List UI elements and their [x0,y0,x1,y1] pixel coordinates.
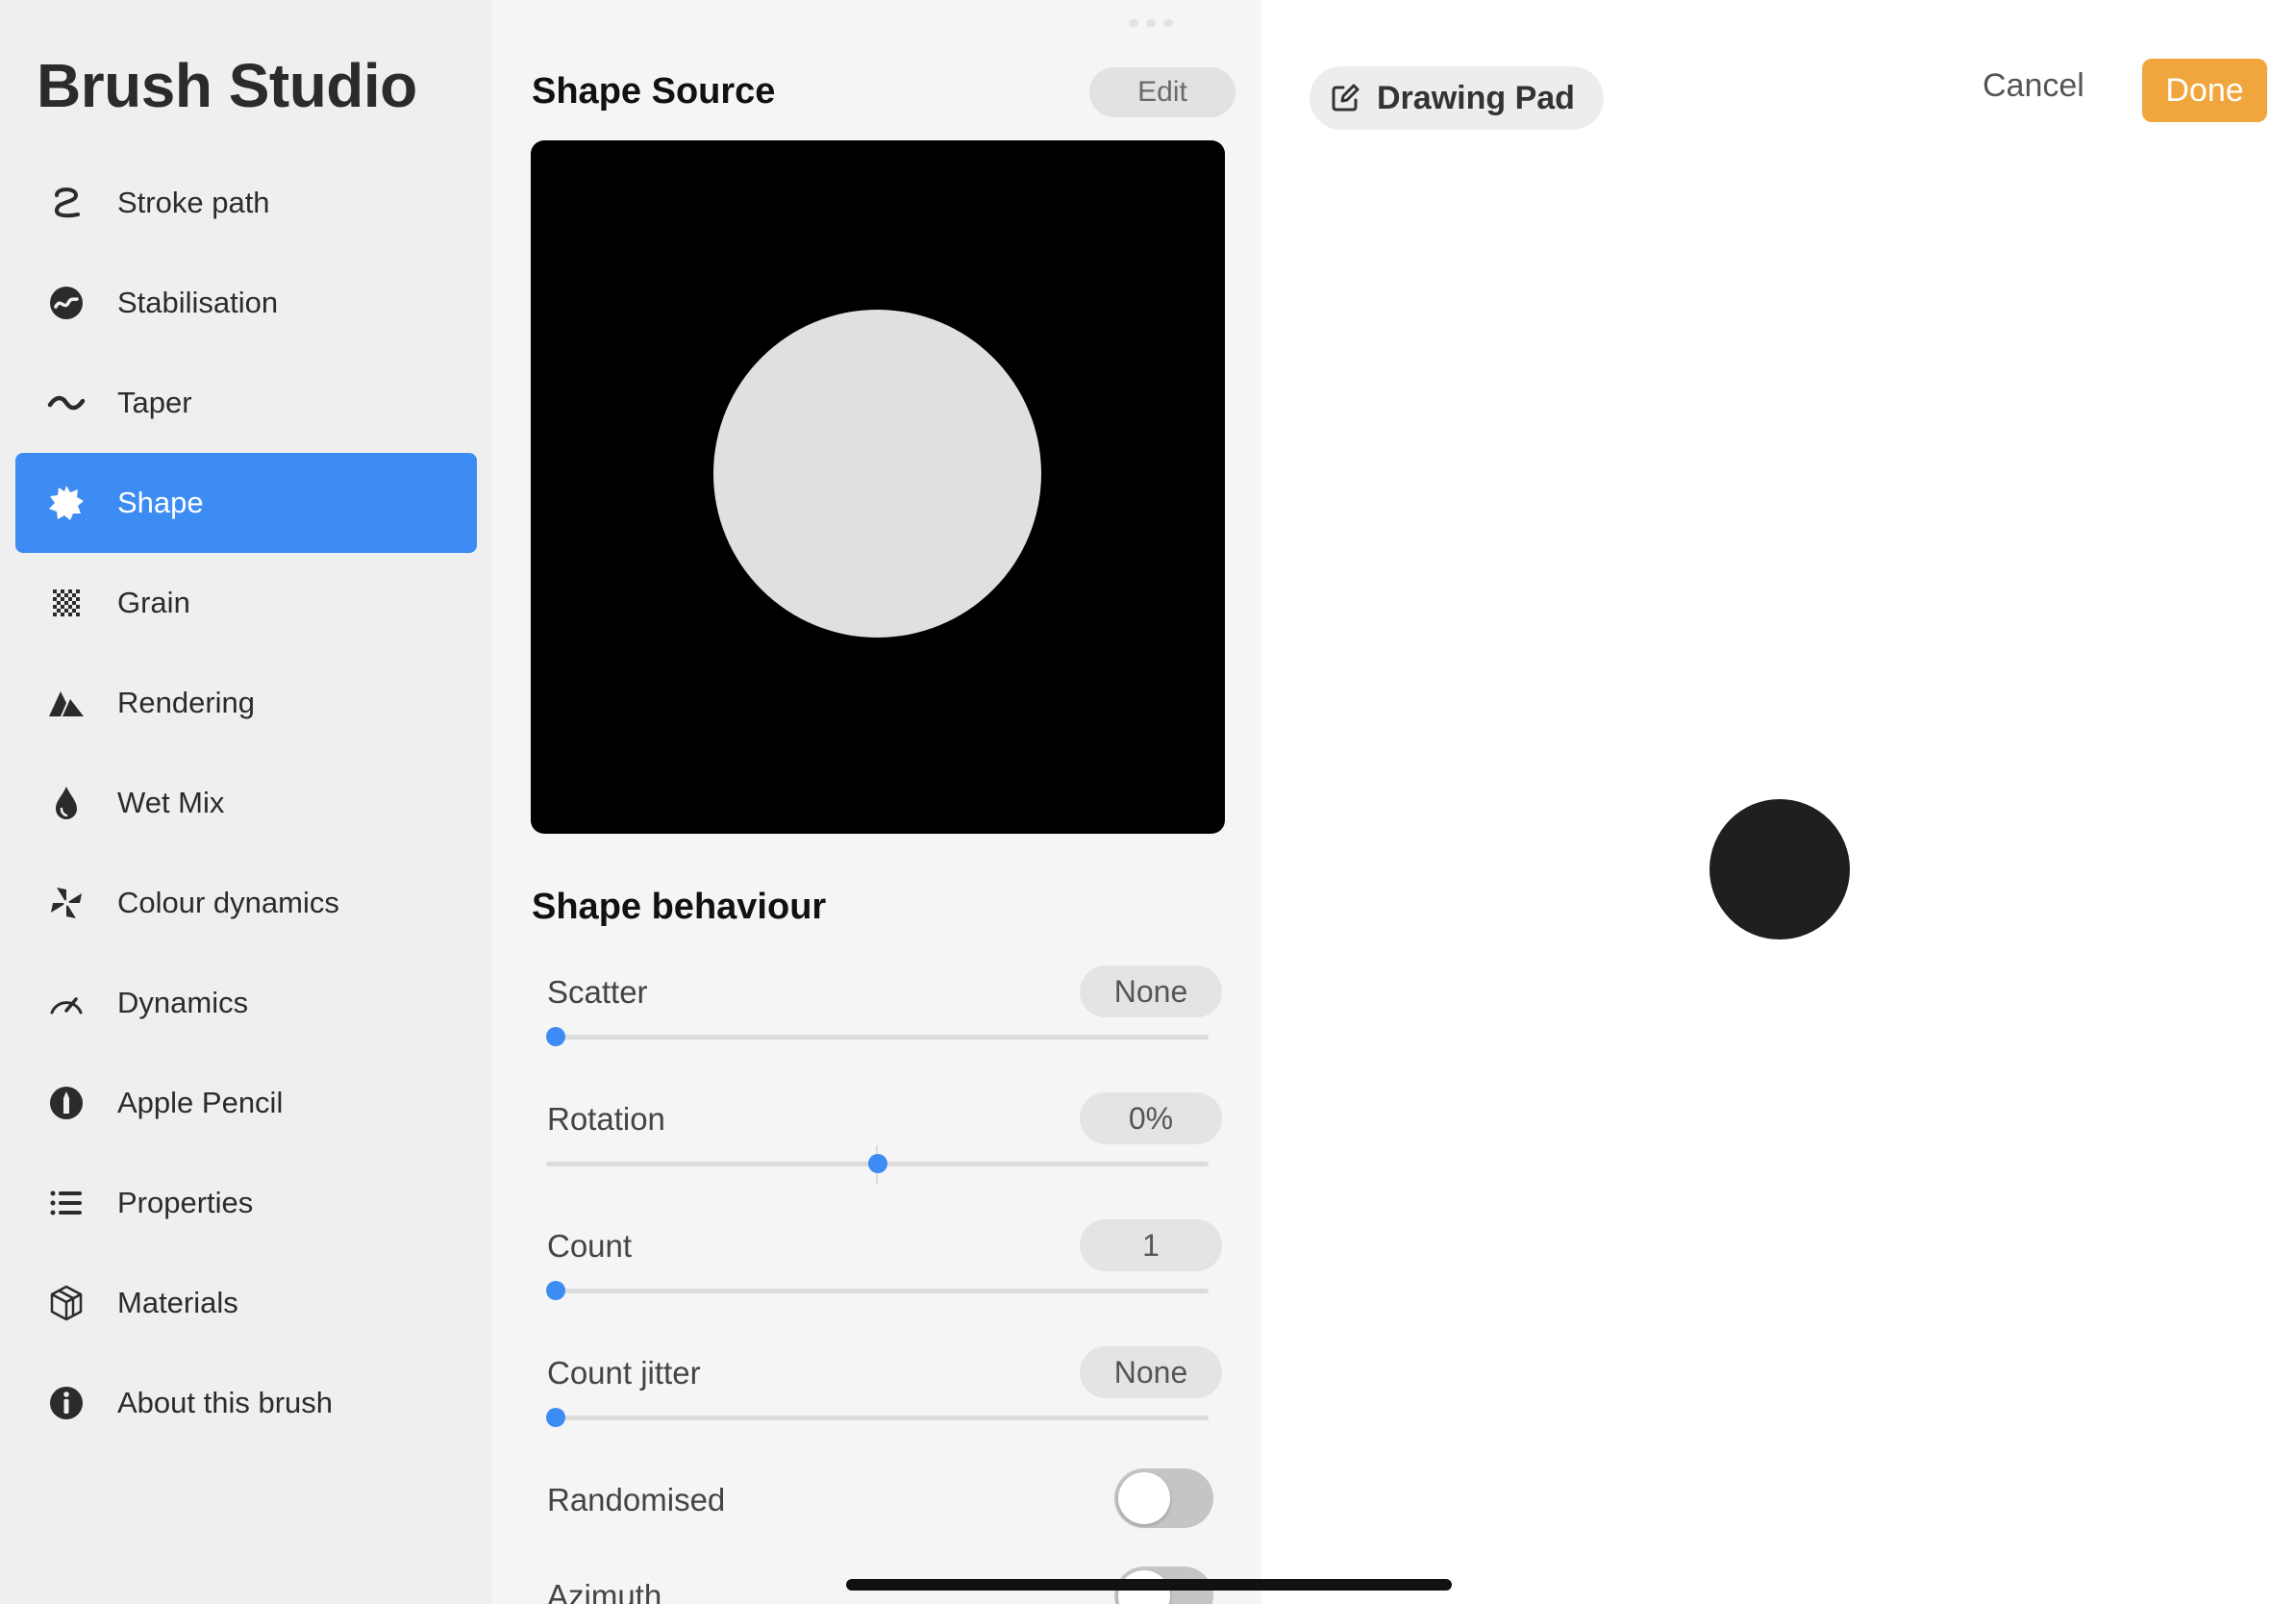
stabilisation-icon [42,279,90,327]
sidebar-item-label: Stabilisation [117,286,279,319]
sidebar-item-label: Stroke path [117,186,270,219]
sidebar-item-label: Materials [117,1286,238,1319]
edit-icon [1332,84,1360,112]
sidebar-item-colour-dynamics[interactable]: Colour dynamics [15,853,477,953]
count-jitter-slider-knob[interactable] [546,1408,565,1427]
dynamics-icon [42,979,90,1027]
sidebar-item-properties[interactable]: Properties [15,1153,477,1253]
grain-icon [42,579,90,627]
sidebar-item-label: Properties [117,1186,254,1219]
home-indicator[interactable] [846,1579,1452,1591]
colour-dynamics-icon [42,879,90,927]
sidebar-item-apple-pencil[interactable]: Apple Pencil [15,1053,477,1153]
count-jitter-value[interactable]: None [1080,1346,1222,1398]
count-label: Count [547,1228,633,1264]
stroke-path-icon [42,179,90,227]
drawing-pad-stroke-preview [1710,799,1850,940]
sidebar-item-label: Colour dynamics [117,886,339,919]
azimuth-label: Azimuth [547,1578,662,1604]
edit-button[interactable]: Edit [1089,67,1235,117]
materials-icon [42,1279,90,1327]
shape-source-title: Shape Source [532,71,776,112]
sidebar-item-taper[interactable]: Taper [15,353,477,453]
sidebar-nav: Stroke path Stabilisation Taper Shape Gr… [15,153,477,1453]
scatter-value[interactable]: None [1080,965,1222,1017]
sidebar-item-rendering[interactable]: Rendering [15,653,477,753]
settings-panel: Shape Source Edit Shape behaviour Scatte… [492,0,1261,1604]
drawing-pad-label: Drawing Pad [1377,79,1575,116]
shape-source-preview[interactable] [531,140,1225,834]
count-slider[interactable] [546,1289,1209,1293]
sidebar-item-about-this-brush[interactable]: About this brush [15,1353,477,1453]
properties-icon [42,1179,90,1227]
panel-grabber[interactable] [1129,19,1175,27]
rotation-label: Rotation [547,1101,665,1137]
randomised-toggle[interactable] [1114,1468,1213,1528]
sidebar-item-label: Apple Pencil [117,1086,284,1119]
count-value[interactable]: 1 [1080,1219,1222,1271]
sidebar-item-label: Shape [117,486,204,519]
sidebar-item-dynamics[interactable]: Dynamics [15,953,477,1053]
scatter-slider-knob[interactable] [546,1027,565,1046]
rotation-slider-knob[interactable] [867,1154,887,1173]
sidebar-item-stroke-path[interactable]: Stroke path [15,153,477,253]
sidebar-item-label: Rendering [117,686,256,719]
info-icon [42,1379,90,1427]
sidebar-item-materials[interactable]: Materials [15,1253,477,1353]
sidebar-item-label: Taper [117,386,192,419]
rotation-value[interactable]: 0% [1080,1092,1222,1144]
app-title: Brush Studio [37,51,417,120]
sidebar-item-stabilisation[interactable]: Stabilisation [15,253,477,353]
drawing-pad-button[interactable]: Drawing Pad [1310,66,1604,130]
sidebar-item-grain[interactable]: Grain [15,553,477,653]
wet-mix-icon [42,779,90,827]
count-jitter-slider[interactable] [546,1416,1209,1420]
taper-icon [42,379,90,427]
rendering-icon [42,679,90,727]
cancel-button[interactable]: Cancel [1983,67,2084,105]
scatter-label: Scatter [547,974,648,1010]
randomised-label: Randomised [547,1482,726,1517]
sidebar-item-label: Wet Mix [117,786,225,819]
count-jitter-label: Count jitter [547,1355,701,1391]
sidebar: Brush Studio Stroke path Stabilisation T… [0,0,492,1604]
shape-behaviour-title: Shape behaviour [532,887,827,927]
sidebar-item-label: Grain [117,586,190,619]
apple-pencil-icon [42,1079,90,1127]
scatter-slider[interactable] [546,1035,1209,1040]
done-button[interactable]: Done [2142,59,2267,122]
shape-circle [713,310,1041,638]
sidebar-item-label: About this brush [117,1386,334,1419]
sidebar-item-shape[interactable]: Shape [15,453,477,553]
shape-icon [42,479,90,527]
count-slider-knob[interactable] [546,1281,565,1300]
sidebar-item-wet-mix[interactable]: Wet Mix [15,753,477,853]
toggle-thumb [1118,1472,1170,1524]
sidebar-item-label: Dynamics [117,986,249,1019]
